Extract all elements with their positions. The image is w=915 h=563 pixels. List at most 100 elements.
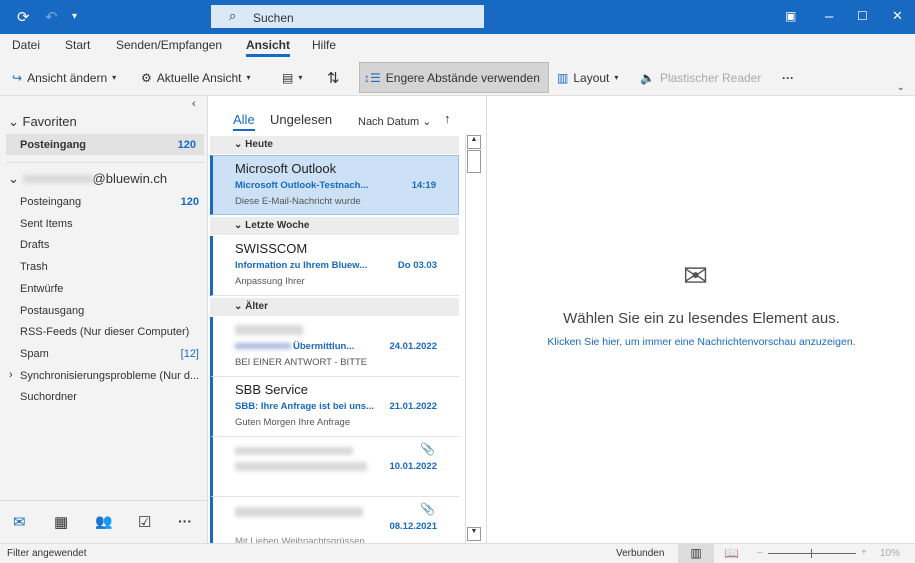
reading-view-icon[interactable]: 📖: [724, 546, 739, 560]
zoom-out-icon[interactable]: –: [757, 547, 763, 558]
current-view-button[interactable]: ⚙ Aktuelle Ansicht ▾: [137, 62, 255, 93]
minimize-icon[interactable]: –: [825, 8, 833, 25]
message-list: Alle Ungelesen Nach Datum ⌄ ↑ ⌄ Heute Mi…: [210, 96, 462, 547]
message-item[interactable]: SBB Service SBB: Ihre Anfrage ist bei uns…: [210, 377, 459, 437]
label: Plastischer Reader: [659, 70, 762, 85]
undo-icon[interactable]: ↶: [45, 8, 58, 26]
message-item[interactable]: Microsoft Outlook Microsoft Outlook-Testn…: [210, 155, 459, 215]
folder-item[interactable]: Sent Items: [0, 215, 207, 235]
layout-icon: ▥: [557, 70, 569, 85]
folder-count: [12]: [180, 347, 199, 360]
preview-icon: ▤: [282, 70, 294, 85]
tab-all[interactable]: Alle: [233, 112, 255, 131]
tab-start[interactable]: Start: [65, 38, 90, 52]
status-bar: Filter angewendet Verbunden ▥ 📖 – + 10%: [0, 543, 915, 563]
filter-status: Filter angewendet: [7, 548, 87, 559]
mail-icon[interactable]: ✉: [13, 513, 26, 531]
immersive-reader-button[interactable]: 🔈 Plastischer Reader: [636, 62, 765, 93]
label: Engere Abstände verwenden: [385, 70, 540, 85]
expand-ribbon-icon[interactable]: ⌄: [897, 82, 905, 93]
tab-ansicht[interactable]: Ansicht: [246, 38, 291, 57]
group-header[interactable]: ⌄ Älter: [210, 298, 459, 316]
folder-item[interactable]: RSS-Feeds (Nur dieser Computer): [0, 323, 207, 343]
fav-inbox[interactable]: Posteingang 120: [6, 134, 204, 155]
preview: Anpassung Ihrer: [235, 276, 305, 287]
tab-send-receive[interactable]: Senden/Empfangen: [116, 38, 222, 52]
compact-spacing-button[interactable]: ↕☰ Engere Abstände verwenden: [359, 62, 549, 93]
preview: Guten Morgen Ihre Anfrage: [235, 417, 351, 428]
folder-item[interactable]: Drafts: [0, 236, 207, 256]
folder-label: Trash: [20, 261, 48, 274]
reverse-sort-button[interactable]: ⇅: [323, 62, 344, 93]
date: 08.12.2021: [389, 521, 437, 532]
envelope-icon: ✉: [683, 260, 709, 293]
sync-icon[interactable]: ⟳: [17, 8, 30, 26]
message-preview-button[interactable]: ▤ ▾: [278, 62, 306, 93]
customize-icon[interactable]: ▾: [72, 11, 77, 22]
folder-item[interactable]: Trash: [0, 258, 207, 278]
label: Layout: [573, 70, 610, 85]
sender: SBB Service: [235, 382, 308, 397]
subject: Übermittlun...: [293, 341, 355, 352]
gear-icon: ⚙: [141, 70, 152, 85]
zoom-slider[interactable]: [768, 549, 856, 558]
folder-label: Posteingang: [20, 196, 82, 208]
search-input[interactable]: ⌕ Suchen: [211, 5, 484, 28]
attachment-icon: 📎: [420, 442, 435, 456]
folder-item[interactable]: Entwürfe: [0, 280, 207, 300]
folder-label: Spam: [20, 347, 49, 360]
account-header[interactable]: ⌄ @bluewin.ch: [8, 171, 167, 187]
message-item[interactable]: 📎 08.12.2021 Mit Lieben Weihnachtsgrüssen: [210, 497, 459, 547]
tasks-icon[interactable]: ☑: [138, 513, 151, 531]
folder-label: Synchronisierungsprobleme (Nur d...: [20, 369, 200, 382]
date: Do 03.03: [397, 260, 437, 271]
folder-item[interactable]: Synchronisierungsprobleme (Nur d... ›: [0, 367, 207, 387]
folder-label: RSS-Feeds (Nur dieser Computer): [20, 326, 190, 339]
preview-link[interactable]: Klicken Sie hier, um immer eine Nachrich…: [487, 336, 915, 348]
tab-hilfe[interactable]: Hilfe: [312, 38, 336, 52]
subject: SBB: Ihre Anfrage ist bei uns...: [235, 401, 375, 412]
more-apps-icon[interactable]: ···: [178, 513, 192, 529]
change-view-icon: ↪: [12, 70, 23, 85]
scroll-thumb[interactable]: [467, 150, 481, 173]
preview: BEI EINER ANTWORT - BITTE: [235, 357, 368, 368]
folder-item[interactable]: Suchordner: [0, 388, 207, 408]
group-header[interactable]: ⌄ Heute: [210, 136, 459, 154]
group-header[interactable]: ⌄ Letzte Woche: [210, 217, 459, 235]
message-item[interactable]: SWISSCOM Information zu Ihrem Bluew... Do …: [210, 236, 459, 296]
folder-label: Sent Items: [20, 217, 73, 230]
collapse-icon[interactable]: ‹: [192, 98, 196, 110]
layout-button[interactable]: ▥ Layout ▾: [553, 62, 622, 93]
sort-dropdown[interactable]: Nach Datum ⌄: [358, 115, 431, 128]
reading-pane: ✉ Wählen Sie ein zu lesendes Element aus…: [486, 96, 915, 543]
people-icon[interactable]: 👥: [95, 513, 112, 530]
folder-item[interactable]: Spam [12]: [0, 345, 207, 365]
message-item[interactable]: Übermittlun... 24.01.2022 BEI EINER ANTWOR…: [210, 317, 459, 377]
maximize-icon[interactable]: ☐: [857, 9, 868, 23]
label: Ansicht ändern: [27, 70, 108, 85]
normal-view-icon[interactable]: ▥: [678, 544, 714, 563]
zoom-level[interactable]: 10%: [880, 548, 900, 559]
scrollbar[interactable]: ▲ ▼: [465, 134, 482, 543]
reader-icon: 🔈: [640, 70, 655, 85]
tab-datei[interactable]: Datei: [12, 38, 40, 52]
folder-item[interactable]: Posteingang 120: [0, 193, 207, 213]
change-view-button[interactable]: ↪ Ansicht ändern ▾: [8, 62, 120, 93]
favorites-header[interactable]: ⌄ Favoriten: [8, 114, 77, 130]
ribbon-display-icon[interactable]: ▣: [785, 9, 796, 23]
message-item[interactable]: 📎 10.01.2022: [210, 437, 459, 497]
sort-direction-icon[interactable]: ↑: [444, 111, 451, 126]
folder-item[interactable]: Postausgang: [0, 302, 207, 322]
close-icon[interactable]: ✕: [892, 8, 903, 24]
search-icon: ⌕: [229, 8, 237, 23]
tab-unread[interactable]: Ungelesen: [270, 112, 332, 127]
count: 120: [177, 139, 196, 151]
expand-icon[interactable]: ›: [9, 369, 13, 381]
preview: Diese E-Mail-Nachricht wurde: [235, 196, 361, 207]
search-placeholder: Suchen: [253, 11, 294, 25]
zoom-in-icon[interactable]: +: [861, 547, 867, 558]
calendar-icon[interactable]: ▦: [54, 513, 68, 531]
more-button[interactable]: ···: [778, 62, 798, 93]
folder-label: Postausgang: [20, 304, 85, 317]
connection-status: Verbunden: [616, 548, 665, 559]
